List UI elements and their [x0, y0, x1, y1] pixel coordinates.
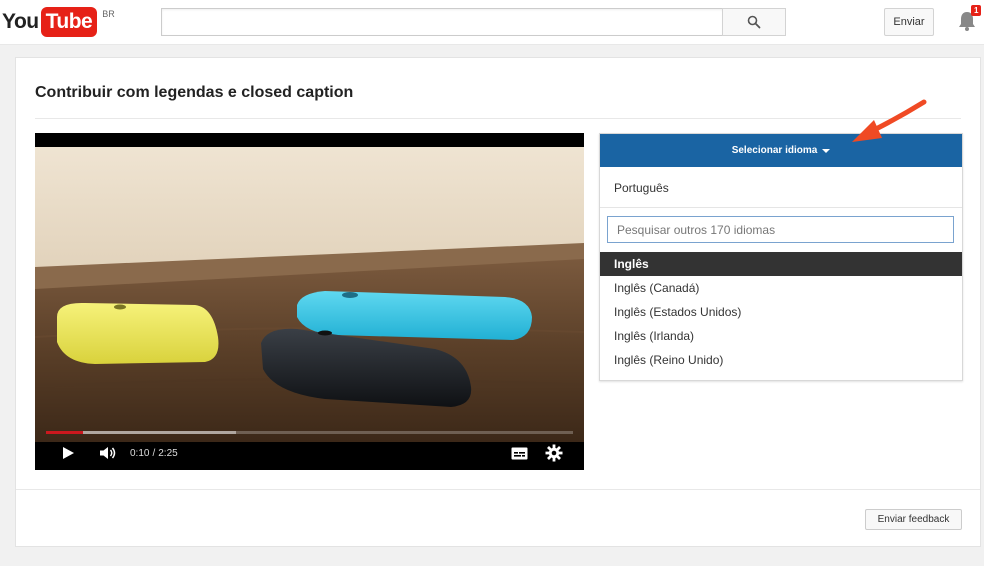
duration: 2:25: [158, 448, 178, 459]
progress-bar[interactable]: [46, 431, 573, 434]
time-separator: /: [152, 448, 156, 459]
page-title: Contribuir com legendas e closed caption: [35, 84, 354, 101]
title-divider: [35, 118, 961, 119]
search-button[interactable]: [722, 8, 786, 36]
notification-count-badge: 1: [971, 5, 982, 16]
progress-played: [46, 431, 83, 434]
subtitles-icon[interactable]: [511, 447, 528, 460]
language-list: Inglês Inglês (Canadá) Inglês (Estados U…: [600, 252, 962, 372]
annotation-arrow-icon: [852, 99, 927, 142]
language-option-ingles-estados-unidos[interactable]: Inglês (Estados Unidos): [600, 300, 962, 324]
current-language-option[interactable]: Português: [614, 181, 669, 195]
language-option-ingles-canada[interactable]: Inglês (Canadá): [600, 276, 962, 300]
play-icon[interactable]: [61, 446, 75, 460]
video-player[interactable]: 0:10/2:25: [35, 133, 584, 470]
current-time: 0:10: [130, 448, 150, 459]
select-language-label: Selecionar idioma: [731, 145, 818, 156]
country-code: BR: [102, 9, 115, 19]
time-display: 0:10/2:25: [130, 448, 178, 459]
volume-icon[interactable]: [99, 446, 117, 460]
language-option-ingles-reino-unido[interactable]: Inglês (Reino Unido): [600, 348, 962, 372]
player-controls: 0:10/2:25: [35, 435, 584, 470]
caret-down-icon: [822, 148, 831, 153]
footer-divider: [16, 489, 980, 490]
masthead: You Tube BR Enviar 1: [0, 0, 984, 45]
logo-tube-text: Tube: [40, 7, 98, 37]
caption-contribution-card: Contribuir com legendas e closed caption: [15, 57, 981, 547]
search-icon: [747, 15, 761, 29]
video-frame: [35, 147, 584, 442]
youtube-logo[interactable]: You Tube BR: [2, 7, 115, 37]
language-option-ingles-irlanda[interactable]: Inglês (Irlanda): [600, 324, 962, 348]
language-divider: [600, 207, 962, 208]
upload-button[interactable]: Enviar: [884, 8, 934, 36]
settings-icon[interactable]: [545, 444, 563, 462]
search-input[interactable]: [161, 8, 723, 36]
language-selector-panel: Selecionar idioma Português Inglês Inglê…: [599, 133, 963, 381]
language-search-input[interactable]: [607, 216, 954, 243]
language-option-ingles[interactable]: Inglês: [600, 252, 962, 276]
logo-you-text: You: [2, 10, 39, 33]
send-feedback-button[interactable]: Enviar feedback: [865, 509, 962, 530]
